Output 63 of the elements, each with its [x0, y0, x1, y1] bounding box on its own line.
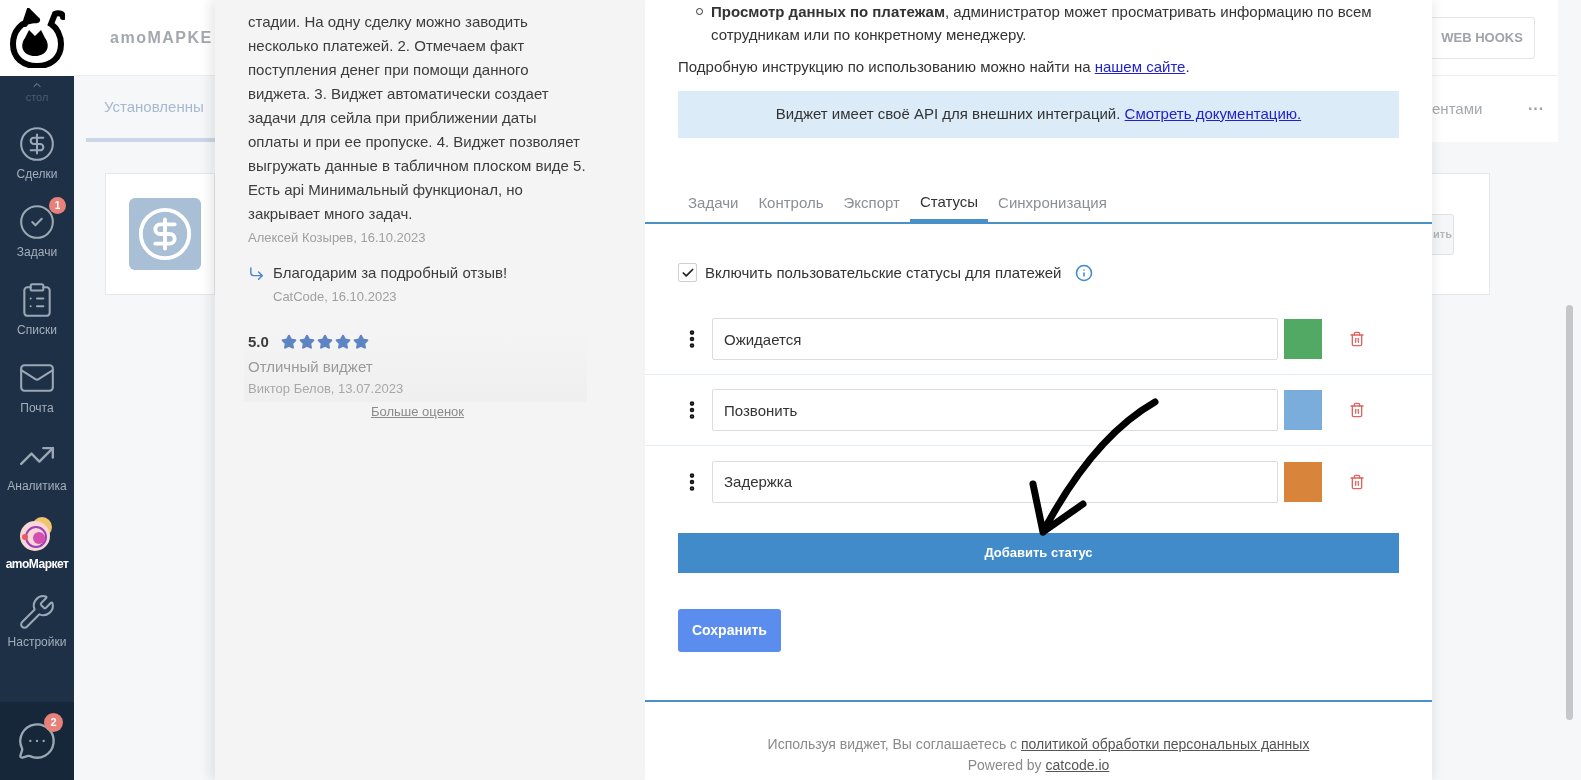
status-name-field[interactable]: Позвонить	[712, 389, 1278, 431]
delete-icon[interactable]	[1349, 331, 1365, 347]
nav-label: Сделки	[16, 166, 58, 183]
site-link[interactable]: нашем сайте	[1094, 58, 1186, 75]
notice-text: Виджет имеет своё API для внешних интеграций. Смотреть документацию.	[775, 103, 1302, 124]
star-icon	[334, 333, 351, 350]
tab[interactable]: Экспорт	[833, 185, 910, 222]
review-author: Алексей Козырев, 16.10.2023	[248, 229, 427, 247]
footer-text: Используя виджет, Вы соглашаетесь с политикой обработки персональных данных	[767, 735, 1310, 754]
reply-arrow-icon	[248, 264, 265, 282]
dollar-icon	[136, 205, 194, 263]
nav-item[interactable]: 1 Задачи	[0, 197, 74, 267]
nav-label: Задачи	[16, 244, 58, 261]
count-badge: 2	[44, 713, 63, 732]
nav-item[interactable]: Аналитика	[0, 431, 74, 501]
nav-item[interactable]: Почта	[0, 353, 74, 423]
reply-author: CatCode, 16.10.2023	[273, 288, 398, 306]
docs-link[interactable]: Смотреть документацию.	[1124, 104, 1302, 122]
nav-item[interactable]: Настройки	[0, 587, 74, 657]
instruction-text: Подробную инструкцию по использованию можно найти на нашем сайте.	[678, 57, 1191, 77]
color-swatch[interactable]	[1284, 390, 1322, 430]
checkbox-label: Включить пользовательские статусы для платежей	[705, 262, 1062, 283]
nav-item[interactable]: Списки	[0, 275, 74, 345]
review-author: Виктор Белов, 13.07.2023	[248, 379, 405, 398]
tab[interactable]: Статусы	[909, 185, 989, 222]
color-swatch[interactable]	[1284, 319, 1322, 359]
star-icon	[280, 333, 297, 350]
review-title: Отличный виджет	[248, 357, 374, 377]
nav-label: Списки	[17, 322, 57, 339]
color-swatch[interactable]	[1284, 461, 1322, 502]
tab[interactable]: Синхронизация	[988, 185, 1117, 222]
star-icon	[352, 333, 369, 350]
powered-by-text: Powered by catcode.io	[967, 756, 1110, 775]
nav-item[interactable]: Сделки	[0, 119, 74, 189]
tab[interactable]: Контроль	[748, 185, 834, 222]
info-icon[interactable]	[1075, 263, 1094, 282]
checkmark-icon	[18, 203, 56, 241]
rating-score: 5.0	[248, 331, 269, 352]
status-name-field[interactable]: Задержка	[712, 460, 1278, 503]
save-button[interactable]: Сохранить	[678, 609, 781, 652]
reply-text: Благодарим за подробный отзыв!	[273, 262, 508, 283]
delete-icon[interactable]	[1349, 473, 1365, 490]
star-icon	[316, 333, 333, 350]
count-badge: 1	[49, 197, 66, 214]
checkbox[interactable]	[678, 263, 697, 283]
wrench-icon	[18, 593, 56, 631]
tab[interactable]: Задачи	[678, 185, 749, 222]
nav-label: Настройки	[7, 634, 67, 651]
review-text: стадии. На одну сделку можно заводить несколько платежей. 2. Отмечаем факт поступления денег при помощи данного виджета. 3. Виджет автоматически создает задачи для сейла при приближении даты оплаты и при ее пропуске. 4. Виджет позволяет выгружать данные в табличном плоском виде 5. Есть api Минимальный функционал, но закрывает много задач.	[248, 12, 587, 224]
catcode-link[interactable]: catcode.io	[1045, 757, 1110, 773]
star-icon	[298, 333, 315, 350]
brand-title: amoMAPKE	[110, 27, 213, 48]
status-name-field[interactable]: Ожидается	[712, 318, 1278, 360]
add-status-button[interactable]: Добавить статус	[678, 533, 1399, 573]
dollar-icon	[18, 125, 56, 163]
nav-label: amoМаркет	[5, 556, 69, 573]
nav-label: Аналитика	[7, 478, 67, 495]
scrollbar-thumb[interactable]	[1566, 305, 1573, 720]
privacy-link[interactable]: политикой обработки персональных данных	[1020, 736, 1310, 752]
nav-label: Почта	[20, 400, 54, 417]
more-ratings-link[interactable]: Больше оценок	[371, 402, 464, 422]
feature-text: Просмотр данных по платежам, администратор может просматривать информацию по всем сотрудникам или по конкретному менеджеру.	[711, 2, 1373, 45]
delete-icon[interactable]	[1349, 402, 1365, 418]
